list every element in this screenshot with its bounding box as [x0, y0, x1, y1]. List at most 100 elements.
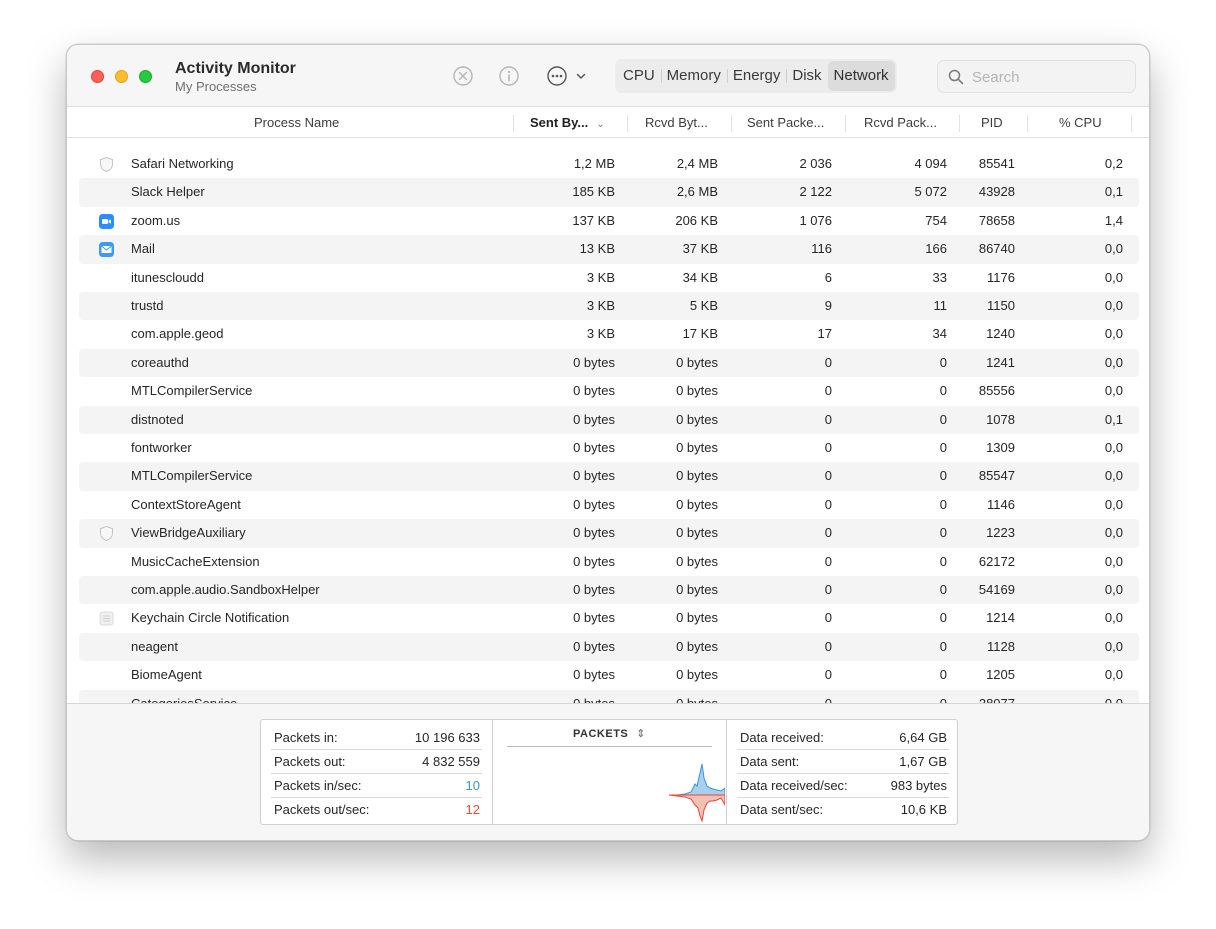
sent-packets: 0 [824, 525, 832, 541]
column-header-sent-packets[interactable]: Sent Packe... [747, 108, 824, 138]
process-name: neagent [131, 638, 178, 654]
sent-packets: 0 [729, 690, 832, 703]
stop-process-button[interactable] [452, 65, 474, 87]
rcvd-bytes: 17 KB [682, 326, 718, 342]
stat-value: 1,67 GB [899, 754, 947, 769]
rcvd-packets: 34 [932, 326, 947, 342]
action-menu-button[interactable] [546, 65, 590, 87]
search-field[interactable] [937, 60, 1136, 93]
pid: 38077 [949, 690, 1015, 703]
close-window-button[interactable] [91, 70, 104, 83]
sent-bytes: 185 KB [572, 184, 615, 200]
pid: 1214 [986, 610, 1015, 626]
sent-bytes: 0 bytes [509, 690, 615, 703]
table-row[interactable]: Mail 13 KB 37 KB 116 166 86740 0,0 [79, 235, 1139, 264]
tab-memory[interactable]: Memory [660, 61, 727, 91]
stat-label: Packets in/sec: [274, 778, 362, 793]
packets-out-area [669, 794, 725, 823]
stat-label: Packets out/sec: [274, 802, 370, 817]
column-divider[interactable] [513, 115, 514, 132]
sent-bytes: 0 bytes [573, 496, 615, 512]
process-name: MusicCacheExtension [131, 553, 260, 569]
search-input[interactable] [972, 66, 1127, 88]
table-row[interactable]: BiomeAgent 0 bytes 0 bytes 0 0 1205 0,0 [79, 661, 1139, 689]
pid: 1309 [986, 440, 1015, 455]
table-row[interactable]: distnoted 0 bytes 0 bytes 0 0 1078 0,1 [79, 405, 1139, 434]
process-name: Safari Networking [131, 156, 234, 171]
table-row[interactable]: Safari Networking 1,2 MB 2,4 MB 2 036 4 094 8… [79, 150, 1139, 178]
table-row[interactable]: com.apple.geod 3 KB 17 KB 17 34 1240 0,0 [79, 320, 1139, 348]
graph-mode-selector[interactable]: PACKETS ⇕ [507, 725, 712, 747]
stat-data-sent-per-sec: Data sent/sec: 10,6 KB [737, 798, 949, 822]
ellipsis-circle-icon [546, 65, 568, 87]
tab-network[interactable]: Network [827, 61, 895, 91]
column-divider[interactable] [731, 115, 732, 132]
column-header-sent-bytes[interactable]: Sent By... ⌄ [530, 108, 605, 138]
sent-bytes: 137 KB [572, 212, 615, 228]
table-row[interactable]: CategoriesService0 bytes0 bytes00380770,… [79, 689, 1139, 703]
tab-disk[interactable]: Disk [786, 61, 827, 91]
table-row[interactable]: MTLCompilerService 0 bytes 0 bytes 0 0 85547 0… [79, 462, 1139, 491]
cpu-percent: 0,1 [1104, 411, 1123, 427]
column-header-cpu[interactable]: % CPU [1059, 108, 1102, 138]
process-name: distnoted [131, 411, 184, 427]
sent-packets: 0 [824, 553, 832, 569]
pid: 1150 [987, 298, 1015, 313]
rcvd-bytes: 0 bytes [676, 638, 718, 654]
table-row[interactable]: ViewBridgeAuxiliary 0 bytes 0 bytes 0 0 1223 0… [79, 519, 1139, 548]
table-row[interactable]: com.apple.audio.SandboxHelper 0 bytes 0 by… [79, 576, 1139, 605]
stat-packets-in-per-sec: Packets in/sec: 10 [271, 774, 482, 798]
process-name: MTLCompilerService [131, 468, 253, 484]
column-divider[interactable] [1131, 115, 1132, 132]
table-row[interactable]: Keychain Circle Notification 0 bytes 0 byt… [79, 604, 1139, 632]
rcvd-bytes: 0 bytes [676, 582, 718, 597]
table-row[interactable]: coreauthd 0 bytes 0 bytes 0 0 1241 0,0 [79, 348, 1139, 378]
rcvd-packets: 0 [939, 638, 947, 654]
rcvd-packets: 33 [932, 269, 947, 285]
cpu-percent: 0,0 [1104, 269, 1123, 285]
column-header-rcvd-packets[interactable]: Rcvd Pack... [864, 108, 937, 138]
process-name: Mail [131, 241, 155, 257]
mail-icon [98, 241, 115, 258]
rcvd-packets: 0 [939, 411, 947, 427]
rcvd-bytes: 0 bytes [676, 383, 718, 399]
data-totals: Data received: 6,64 GB Data sent: 1,67 GB … [727, 720, 959, 824]
table-row[interactable]: MusicCacheExtension 0 bytes 0 bytes 0 0 62172… [79, 548, 1139, 576]
table-row[interactable]: MTLCompilerService 0 bytes 0 bytes 0 0 85556 0… [79, 377, 1139, 405]
rcvd-bytes: 206 KB [675, 212, 718, 228]
zoom-window-button[interactable] [139, 70, 152, 83]
process-name: MTLCompilerService [131, 383, 253, 399]
stat-value: 10 [465, 778, 480, 793]
table-row[interactable]: ContextStoreAgent 0 bytes 0 bytes 0 0 1146 0,0 [79, 491, 1139, 519]
table-row[interactable]: itunescloudd 3 KB 34 KB 6 33 1176 0,0 [79, 264, 1139, 292]
pid: 1205 [986, 667, 1015, 683]
packets-in-area [669, 763, 725, 796]
inspect-process-button[interactable] [498, 65, 520, 87]
table-row[interactable]: fontworker 0 bytes 0 bytes 0 0 1309 0,0 [79, 434, 1139, 462]
column-header-pid[interactable]: PID [981, 108, 1003, 138]
pid: 1241 [986, 354, 1015, 370]
tab-energy[interactable]: Energy [726, 61, 787, 91]
column-divider[interactable] [845, 115, 846, 132]
table-row[interactable]: zoom.us 137 KB 206 KB 1 076 754 78658 1,4 [79, 207, 1139, 235]
process-table: Safari Networking 1,2 MB 2,4 MB 2 036 4 094 8… [79, 145, 1139, 703]
minimize-window-button[interactable] [115, 70, 128, 83]
keychain-icon [98, 610, 115, 627]
rcvd-packets: 166 [925, 241, 947, 257]
process-name: Slack Helper [131, 184, 205, 200]
cpu-percent: 0,0 [1104, 496, 1123, 512]
column-header-process-name[interactable]: Process Name [254, 108, 339, 138]
view-subtitle[interactable]: My Processes [175, 79, 257, 94]
table-row[interactable]: trustd 3 KB 5 KB 9 11 1150 0,0 [79, 292, 1139, 321]
column-divider[interactable] [959, 115, 960, 132]
sent-packets: 17 [817, 326, 832, 342]
column-header-rcvd-bytes[interactable]: Rcvd Byt... [645, 108, 708, 138]
table-row[interactable]: neagent 0 bytes 0 bytes 0 0 1128 0,0 [79, 632, 1139, 662]
pid: 85556 [978, 383, 1015, 399]
tab-cpu[interactable]: CPU [617, 61, 661, 91]
pid: 1240 [986, 326, 1015, 342]
column-divider[interactable] [1027, 115, 1028, 132]
table-row[interactable]: Slack Helper 185 KB 2,6 MB 2 122 5 072 43928 0… [79, 178, 1139, 207]
column-divider[interactable] [627, 115, 628, 132]
view-tabs: CPU Memory Energy Disk Network [615, 59, 897, 93]
